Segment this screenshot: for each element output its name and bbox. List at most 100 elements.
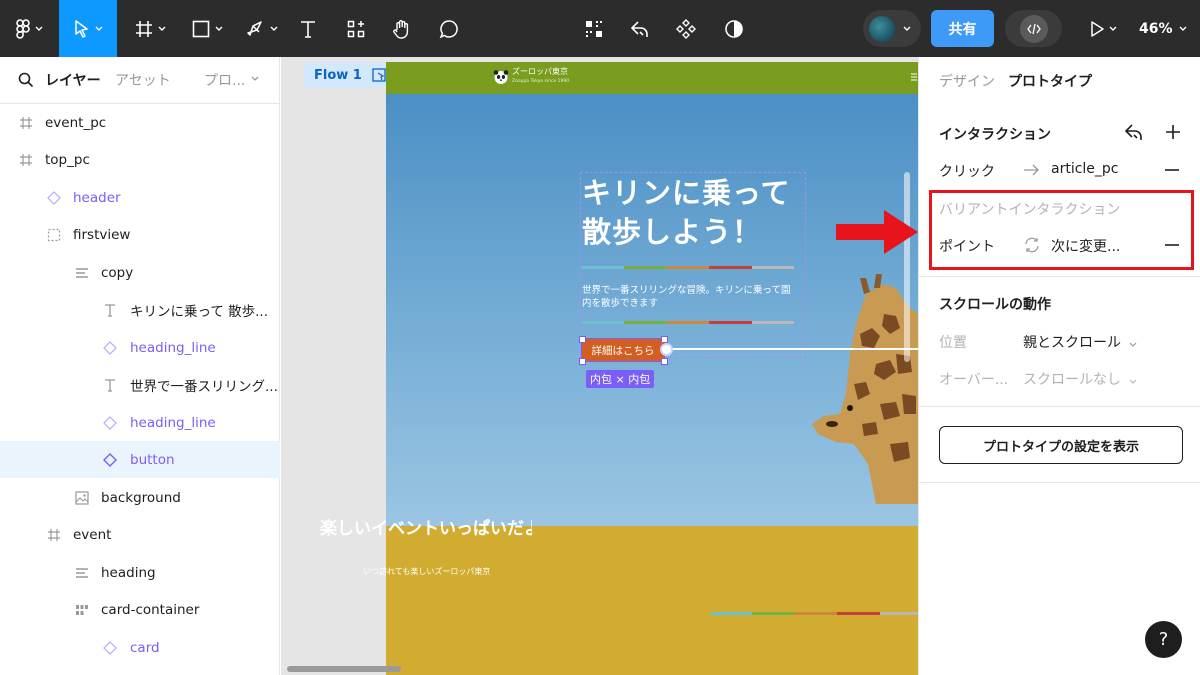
heading-line-segment	[879, 612, 918, 615]
figma-logo-icon	[15, 18, 30, 39]
overflow-select[interactable]: スクロールなし	[1023, 369, 1137, 389]
prototype-connection-handle[interactable]	[660, 343, 673, 356]
component-set-button[interactable]	[670, 0, 702, 57]
help-button[interactable]: ?	[1145, 621, 1182, 658]
layer-background[interactable]: background	[0, 479, 280, 516]
resize-handle[interactable]	[579, 336, 586, 343]
interaction-icon[interactable]	[1123, 121, 1145, 143]
heading-line	[582, 266, 795, 269]
heading-line-segment	[709, 266, 752, 269]
detail-button[interactable]: 詳細はこちら	[581, 338, 665, 362]
theme-toggle-button[interactable]	[718, 0, 750, 57]
create-component-button[interactable]	[578, 0, 610, 57]
instance-icon	[102, 452, 118, 468]
zoom-control[interactable]: 46%	[1139, 0, 1187, 57]
heading-line-segment	[751, 266, 795, 269]
chevron-down-icon	[215, 26, 222, 31]
layer-text-body[interactable]: 世界で一番スリリング...	[0, 366, 280, 403]
heading-line-segment	[709, 321, 752, 324]
frame-icon	[18, 152, 34, 168]
tab-layers[interactable]: レイヤー	[45, 70, 101, 90]
tab-design[interactable]: デザイン	[939, 71, 995, 91]
layer-label: copy	[101, 264, 134, 281]
comment-tool-button[interactable]	[433, 0, 465, 57]
hero-title: キリンに乗って 散歩しよう！	[582, 176, 791, 249]
tab-prototype[interactable]: プロトタイプ	[1008, 71, 1092, 91]
share-button[interactable]: 共有	[931, 10, 994, 47]
shape-tool-button[interactable]	[184, 0, 230, 57]
flow-starting-point[interactable]: Flow 1	[304, 62, 386, 88]
chevron-down-icon	[1109, 26, 1116, 31]
layer-text-title[interactable]: キリンに乗って 散歩...	[0, 291, 280, 328]
multiplayer-avatar[interactable]	[863, 10, 921, 47]
heading-line-segment	[624, 321, 667, 324]
chevron-down-icon	[95, 26, 102, 31]
layer-card-container[interactable]: card-container	[0, 591, 280, 628]
frame-icon	[46, 527, 62, 543]
chevron-down-icon	[1130, 379, 1137, 384]
layer-heading-line[interactable]: heading_line	[0, 329, 280, 366]
resize-handle[interactable]	[579, 358, 586, 365]
main-menu-button[interactable]	[0, 0, 58, 57]
scroll-position-select[interactable]: 親とスクロール	[1023, 332, 1137, 352]
show-prototype-settings-button[interactable]: プロトタイプの設定を表示	[939, 426, 1183, 464]
heading-line-segment	[582, 321, 625, 324]
layer-card[interactable]: card	[0, 629, 280, 666]
heading-line-segment	[666, 266, 710, 269]
tab-pages[interactable]: プロ...	[204, 70, 245, 90]
interaction-button[interactable]	[624, 0, 656, 57]
top-pc-frame[interactable]: ズーロッパ東京 Zooppa Tokyo since 1990 キリンに乗って …	[386, 62, 918, 675]
layer-button[interactable]: button	[0, 441, 280, 478]
resources-button[interactable]	[340, 0, 372, 57]
chevron-down-icon	[1130, 342, 1137, 347]
hand-tool-button[interactable]	[386, 0, 418, 57]
interaction-target[interactable]: article_pc	[1051, 161, 1119, 177]
pen-icon	[246, 20, 262, 36]
text-tool-button[interactable]	[292, 0, 324, 57]
dev-mode-toggle[interactable]	[1005, 10, 1062, 47]
layer-label: 世界で一番スリリング...	[130, 378, 278, 395]
resize-handle[interactable]	[661, 336, 668, 343]
move-tool-button[interactable]	[59, 0, 117, 57]
pen-tool-button[interactable]	[240, 0, 284, 57]
site-logo-subtext: Zooppa Tokyo since 1990	[512, 79, 570, 84]
tab-assets[interactable]: アセット	[115, 70, 171, 90]
layer-top-pc[interactable]: top_pc	[0, 141, 280, 178]
event-section	[386, 526, 918, 675]
layer-firstview[interactable]: firstview	[0, 216, 280, 253]
heading-line-segment	[751, 321, 795, 324]
heading-line-segment	[710, 612, 753, 615]
layer-heading-line[interactable]: heading_line	[0, 404, 280, 441]
layer-copy[interactable]: copy	[0, 254, 280, 291]
layer-header[interactable]: header	[0, 179, 280, 216]
chevron-down-icon[interactable]	[251, 76, 259, 81]
instance-icon	[102, 640, 118, 656]
frame-icon	[18, 115, 34, 131]
interaction-icon	[631, 20, 648, 37]
divider	[919, 276, 1200, 277]
heading-line-segment	[582, 266, 625, 269]
present-button[interactable]	[1082, 0, 1124, 57]
layer-event-pc[interactable]: event_pc	[0, 104, 280, 141]
text-icon	[102, 377, 118, 393]
layer-heading[interactable]: heading	[0, 554, 280, 591]
left-panel-tabs: レイヤー アセット プロ...	[0, 57, 280, 104]
instance-icon	[102, 415, 118, 431]
layer-label: event_pc	[45, 114, 107, 131]
layer-event[interactable]: event	[0, 516, 280, 553]
resize-handle[interactable]	[661, 358, 668, 365]
frame-scrollbar[interactable]	[904, 172, 910, 362]
frame-tool-button[interactable]	[128, 0, 172, 57]
scroll-position-value: 親とスクロール	[1023, 335, 1121, 351]
interaction-trigger[interactable]: クリック	[939, 161, 995, 181]
search-icon[interactable]	[18, 72, 34, 88]
remove-icon[interactable]	[1165, 169, 1179, 171]
canvas-horizontal-scrollbar[interactable]	[287, 666, 401, 672]
hero-body-text: 世界で一番スリリングな冒険。キリンに乗って園内を散歩できます	[582, 285, 791, 309]
image-icon	[74, 490, 90, 506]
add-icon[interactable]	[1166, 125, 1180, 139]
hand-icon	[393, 19, 409, 39]
site-header[interactable]: ズーロッパ東京 Zooppa Tokyo since 1990	[386, 62, 918, 94]
overflow-label: オーバー...	[939, 372, 1009, 388]
dotted-grid-icon	[586, 20, 602, 37]
